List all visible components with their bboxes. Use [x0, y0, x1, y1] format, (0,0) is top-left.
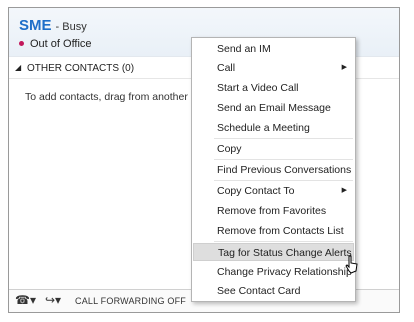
note-dot-icon — [19, 40, 24, 46]
collapse-caret-icon[interactable]: ◢ — [15, 63, 21, 72]
menu-item-copy[interactable]: Copy — [193, 140, 354, 158]
phone-icon[interactable]: ☎▾ — [15, 293, 36, 307]
contact-context-menu: Send an IM Call ▶ Start a Video Call Send… — [191, 37, 356, 302]
menu-item-video-call[interactable]: Start a Video Call — [193, 79, 354, 97]
menu-item-schedule-meeting[interactable]: Schedule a Meeting — [193, 119, 354, 137]
menu-item-call[interactable]: Call ▶ — [193, 59, 354, 77]
presence-line: SME - Busy — [19, 17, 87, 34]
personal-note[interactable]: Out of Office — [19, 38, 92, 50]
group-label: OTHER CONTACTS (0) — [27, 63, 135, 74]
call-forward-icon[interactable]: ↪▾ — [45, 293, 61, 307]
menu-separator — [214, 159, 353, 160]
menu-separator — [214, 180, 353, 181]
menu-item-send-im[interactable]: Send an IM — [193, 40, 354, 58]
presence-status[interactable]: - Busy — [56, 21, 87, 33]
menu-item-email[interactable]: Send an Email Message — [193, 99, 354, 117]
call-forwarding-status[interactable]: CALL FORWARDING OFF — [75, 296, 186, 306]
menu-item-copy-contact-to[interactable]: Copy Contact To ▶ — [193, 182, 354, 200]
empty-group-hint: To add contacts, drag from another group — [25, 91, 195, 103]
note-text: Out of Office — [30, 38, 92, 50]
menu-item-find-conversations[interactable]: Find Previous Conversations — [193, 161, 354, 179]
submenu-arrow-icon: ▶ — [341, 187, 347, 194]
mouse-pointer-icon — [345, 255, 358, 274]
menu-item-tag-status-alerts[interactable]: Tag for Status Change Alerts — [193, 243, 354, 261]
menu-separator — [214, 138, 353, 139]
menu-item-privacy-relationship[interactable]: Change Privacy Relationship — [193, 263, 354, 281]
menu-separator — [214, 241, 353, 242]
submenu-arrow-icon: ▶ — [341, 64, 347, 71]
menu-item-contact-card[interactable]: See Contact Card — [193, 282, 354, 300]
menu-item-remove-favorites[interactable]: Remove from Favorites — [193, 202, 354, 220]
menu-item-remove-contacts[interactable]: Remove from Contacts List — [193, 222, 354, 240]
user-name[interactable]: SME — [19, 17, 52, 34]
